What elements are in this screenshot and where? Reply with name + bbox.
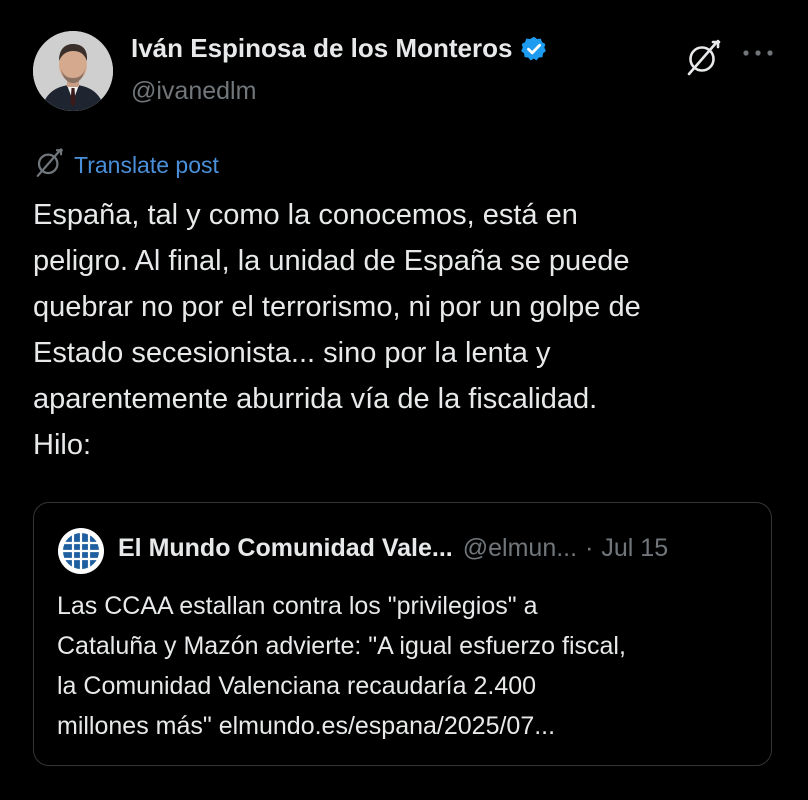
quote-text-line: Las CCAA estallan contra los "privilegio… <box>57 592 538 620</box>
author-name-row[interactable]: Iván Espinosa de los Monteros <box>131 33 548 64</box>
quote-text-line: millones más" elmundo.es/espana/2025/07.… <box>57 712 556 740</box>
quote-text-line: Cataluña y Mazón advierte: "A igual esfu… <box>57 632 626 660</box>
quote-separator: · <box>585 534 594 562</box>
translate-post-button[interactable]: Translate post <box>33 147 219 184</box>
post-text-line: quebrar no por el terrorismo, ni por un … <box>33 291 641 323</box>
more-icon[interactable] <box>738 38 778 68</box>
author-name[interactable]: Iván Espinosa de los Monteros <box>131 33 512 64</box>
grok-icon <box>33 147 65 184</box>
author-avatar[interactable] <box>33 31 113 111</box>
post-text-line: España, tal y como la conocemos, está en <box>33 199 578 231</box>
post-text-line: Estado secesionista... sino por la lenta… <box>33 337 551 369</box>
post-text: España, tal y como la conocemos, está en… <box>33 192 783 468</box>
quote-text-line: la Comunidad Valenciana recaudaría 2.400 <box>57 672 537 700</box>
quote-avatar-globe-icon[interactable] <box>57 527 105 575</box>
avatar-image <box>33 31 113 111</box>
post-text-line: aparentemente aburrida vía de la fiscali… <box>33 383 598 415</box>
quote-text: Las CCAA estallan contra los "privilegio… <box>57 586 757 746</box>
post-text-line: Hilo: <box>33 429 92 461</box>
verified-badge-icon <box>520 35 548 63</box>
author-handle[interactable]: @ivanedlm <box>131 77 256 106</box>
grok-icon[interactable] <box>683 38 723 78</box>
quote-header: El Mundo Comunidad Vale... @elmun... · J… <box>118 534 668 563</box>
quote-date[interactable]: Jul 15 <box>601 534 668 563</box>
translate-post-label[interactable]: Translate post <box>74 152 219 179</box>
post-text-line: peligro. Al final, la unidad de España s… <box>33 245 630 277</box>
quote-author-name[interactable]: El Mundo Comunidad Vale... <box>118 534 453 563</box>
quoted-post-card[interactable]: El Mundo Comunidad Vale... @elmun... · J… <box>33 502 772 766</box>
quote-author-handle[interactable]: @elmun... <box>463 534 577 563</box>
